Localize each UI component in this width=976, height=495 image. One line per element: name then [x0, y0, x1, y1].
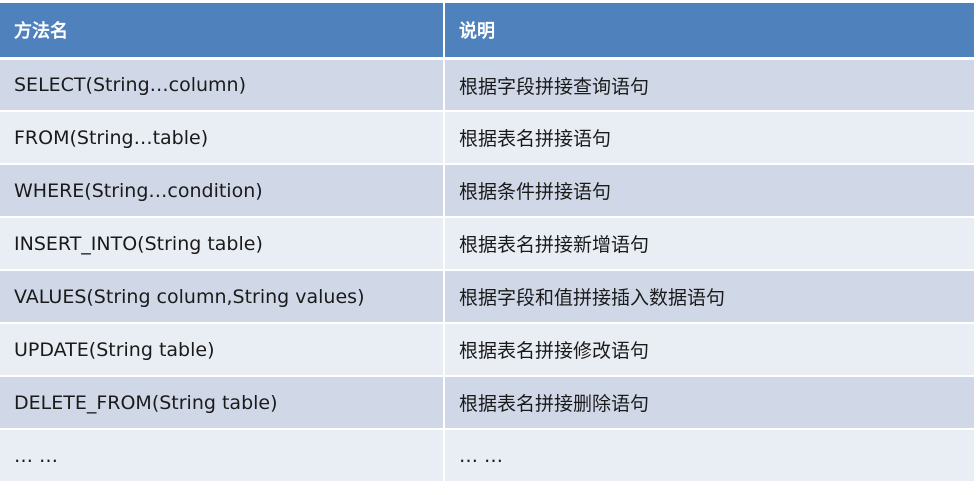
description-cell: 根据表名拼接删除语句 [445, 377, 974, 428]
description-cell: 根据字段拼接查询语句 [445, 60, 974, 110]
description-cell: 根据表名拼接新增语句 [445, 218, 974, 269]
description-cell: 根据条件拼接语句 [445, 165, 974, 216]
method-cell: VALUES(String column,String values) [0, 271, 445, 322]
method-cell: INSERT_INTO(String table) [0, 218, 445, 269]
description-cell: 根据表名拼接修改语句 [445, 324, 974, 375]
table-row: INSERT_INTO(String table) 根据表名拼接新增语句 [0, 216, 974, 269]
description-cell: 根据字段和值拼接插入数据语句 [445, 271, 974, 322]
method-cell: … … [0, 430, 445, 481]
table-row: SELECT(String…column) 根据字段拼接查询语句 [0, 57, 974, 110]
method-cell: UPDATE(String table) [0, 324, 445, 375]
table-row: FROM(String…table) 根据表名拼接语句 [0, 110, 974, 163]
method-cell: SELECT(String…column) [0, 60, 445, 110]
table-header: 方法名 说明 [0, 3, 974, 57]
method-cell: WHERE(String…condition) [0, 165, 445, 216]
header-method-name: 方法名 [0, 3, 445, 57]
header-description: 说明 [445, 3, 974, 57]
description-cell: … … [445, 430, 974, 481]
table-row: VALUES(String column,String values) 根据字段… [0, 269, 974, 322]
table-row: WHERE(String…condition) 根据条件拼接语句 [0, 163, 974, 216]
method-table: 方法名 说明 SELECT(String…column) 根据字段拼接查询语句 … [0, 3, 974, 481]
table-row: … … … … [0, 428, 974, 481]
table-row: UPDATE(String table) 根据表名拼接修改语句 [0, 322, 974, 375]
method-cell: DELETE_FROM(String table) [0, 377, 445, 428]
description-cell: 根据表名拼接语句 [445, 112, 974, 163]
method-cell: FROM(String…table) [0, 112, 445, 163]
table-row: DELETE_FROM(String table) 根据表名拼接删除语句 [0, 375, 974, 428]
